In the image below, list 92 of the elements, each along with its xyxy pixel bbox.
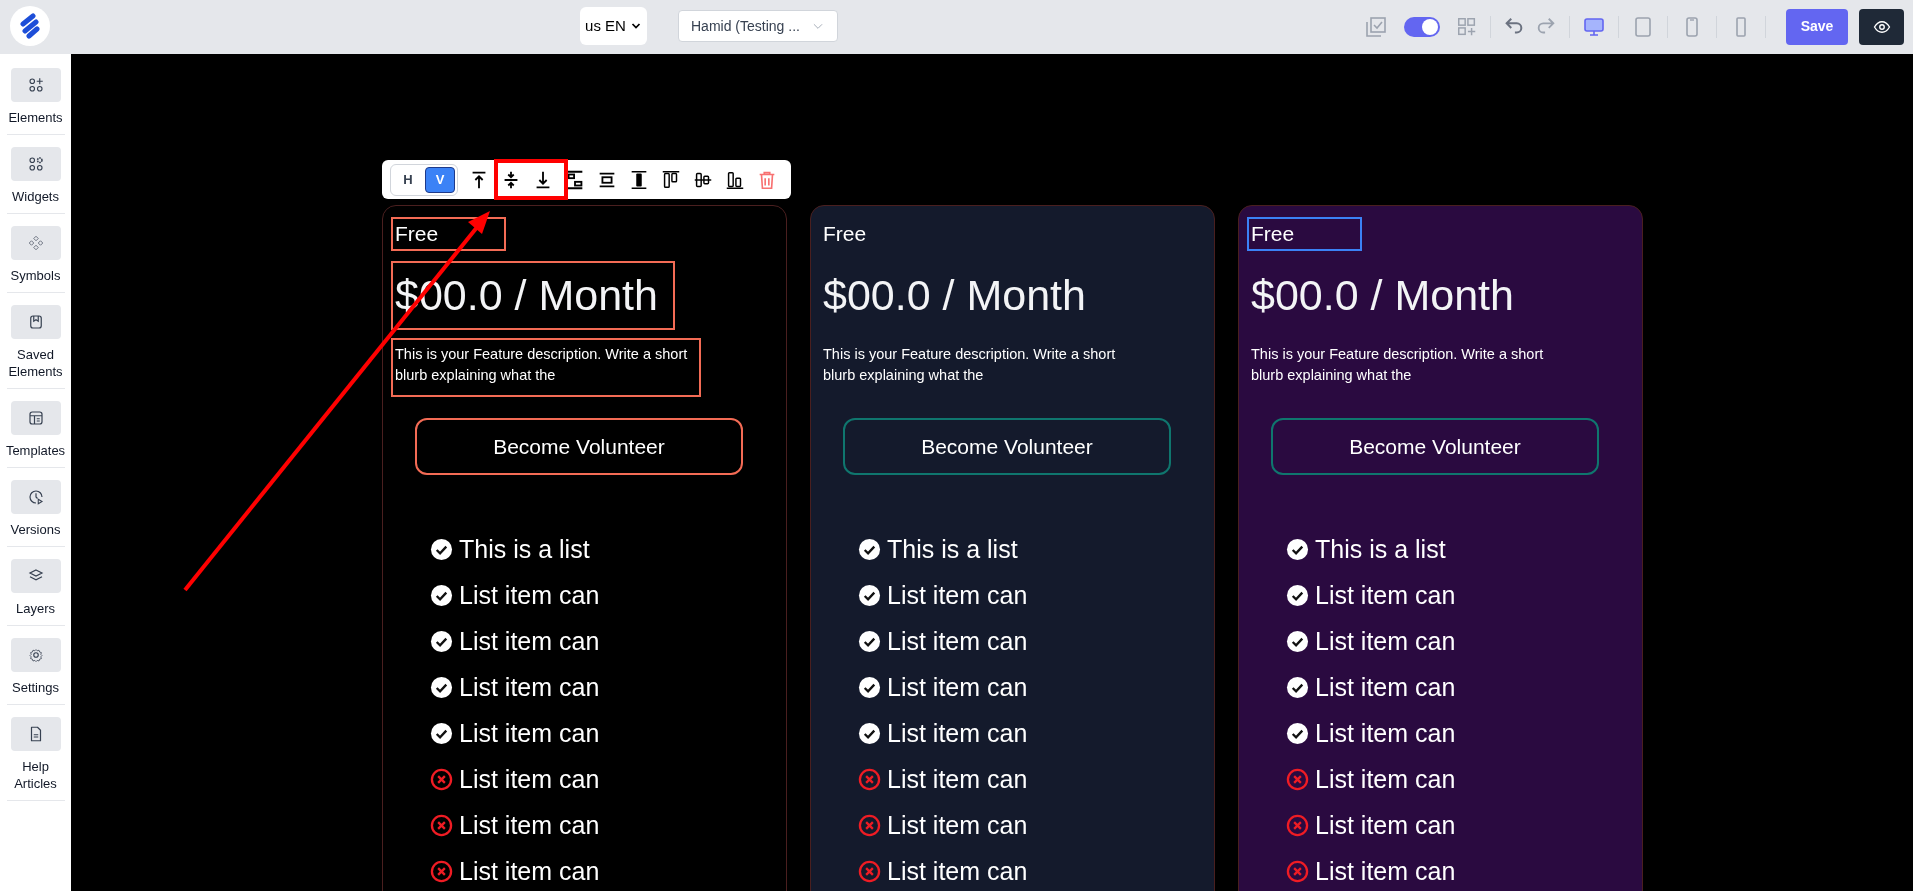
plan-price: $00.0 / Month	[822, 270, 1087, 322]
list-item-text: List item can	[1315, 765, 1456, 794]
list-item-text: List item can	[459, 673, 600, 702]
save-button[interactable]: Save	[1786, 8, 1848, 45]
list-item-text: List item can	[1315, 719, 1456, 748]
checklist-icon[interactable]	[1364, 14, 1388, 39]
check-circle-icon	[1286, 630, 1309, 653]
sidebar-label[interactable]: Saved Elements	[2, 346, 69, 380]
project-select[interactable]: Hamid (Testing ...	[678, 10, 838, 42]
plan-description: This is your Feature description. Write a short blurb explaining what the	[1250, 345, 1545, 385]
check-circle-icon	[858, 584, 881, 607]
list-item-text: List item can	[887, 765, 1028, 794]
toggle-switch[interactable]	[1404, 16, 1440, 37]
x-circle-icon	[858, 768, 881, 791]
list-item-text: List item can	[459, 765, 600, 794]
cta-button[interactable]: Become Volunteer	[1271, 418, 1599, 475]
check-circle-icon	[1286, 722, 1309, 745]
app-logo[interactable]	[10, 6, 50, 46]
list-item-text: List item can	[459, 811, 600, 840]
list-item-text: List item can	[887, 673, 1028, 702]
check-circle-icon	[430, 630, 453, 653]
sidebar-button[interactable]	[10, 305, 61, 339]
x-circle-icon	[858, 814, 881, 837]
sidebar-label[interactable]: Symbols	[2, 267, 69, 284]
sidebar-button[interactable]	[10, 226, 61, 260]
x-circle-icon	[1286, 814, 1309, 837]
elements-icon	[26, 76, 45, 94]
sidebar-button[interactable]	[10, 717, 61, 751]
sidebar-button[interactable]	[10, 480, 61, 514]
list-item-text: List item can	[1315, 811, 1456, 840]
list-item-text: List item can	[459, 857, 600, 886]
plan-description: This is your Feature description. Write a short blurb explaining what the	[822, 345, 1117, 385]
list-item-text: List item can	[887, 719, 1028, 748]
list-item-text: This is a list	[1315, 535, 1446, 564]
cta-button[interactable]: Become Volunteer	[415, 418, 743, 475]
check-circle-icon	[858, 538, 881, 561]
check-circle-icon	[1286, 676, 1309, 699]
list-item-text: List item can	[887, 811, 1028, 840]
list-item-text: This is a list	[459, 535, 590, 564]
sidebar-label[interactable]: Versions	[2, 521, 69, 538]
sidebar-label[interactable]: Layers	[2, 600, 69, 617]
sidebar-button[interactable]	[10, 559, 61, 593]
list-item-text: List item can	[459, 719, 600, 748]
settings-icon	[26, 646, 45, 664]
check-circle-icon	[858, 722, 881, 745]
check-circle-icon	[1286, 584, 1309, 607]
sidebar-button[interactable]	[10, 401, 61, 435]
list-item-text: List item can	[1315, 673, 1456, 702]
list-item-text: List item can	[887, 627, 1028, 656]
plan-price: $00.0 / Month	[1250, 270, 1515, 322]
x-circle-icon	[1286, 860, 1309, 883]
check-circle-icon	[858, 630, 881, 653]
sidebar-label[interactable]: Settings	[2, 679, 69, 696]
x-circle-icon	[430, 814, 453, 837]
x-circle-icon	[430, 768, 453, 791]
cta-button[interactable]: Become Volunteer	[843, 418, 1171, 475]
list-item-text: List item can	[887, 857, 1028, 886]
list-item-text: This is a list	[887, 535, 1018, 564]
clock-play-icon	[26, 488, 45, 506]
sidebar-button[interactable]	[10, 68, 61, 102]
sidebar-label[interactable]: Help Articles	[2, 758, 69, 792]
plan-title: Free	[391, 217, 506, 251]
orientation-tab[interactable]: V	[425, 166, 455, 193]
plan-description: This is your Feature description. Write a short blurb explaining what the	[391, 338, 701, 397]
template-icon	[26, 409, 45, 427]
plan-title: Free	[822, 221, 868, 248]
list-item-text: List item can	[459, 627, 600, 656]
x-circle-icon	[430, 860, 453, 883]
check-circle-icon	[430, 722, 453, 745]
preview-button[interactable]	[1859, 8, 1904, 45]
list-item-text: List item can	[1315, 857, 1456, 886]
list-item-text: List item can	[887, 581, 1028, 610]
sidebar-button[interactable]	[10, 147, 61, 181]
list-item-text: List item can	[459, 581, 600, 610]
x-circle-icon	[1286, 768, 1309, 791]
sidebar-label[interactable]: Widgets	[2, 188, 69, 205]
check-circle-icon	[1286, 538, 1309, 561]
sidebar-label[interactable]: Elements	[2, 109, 69, 126]
align-items-top-icon[interactable]	[660, 168, 682, 191]
sidebar-label[interactable]: Templates	[2, 442, 69, 459]
language-select[interactable]: us EN	[580, 7, 647, 45]
plan-title: Free	[1247, 217, 1362, 251]
x-circle-icon	[858, 860, 881, 883]
diamonds-icon	[26, 234, 45, 252]
list-item-text: List item can	[1315, 581, 1456, 610]
sidebar-button[interactable]	[10, 638, 61, 672]
check-circle-icon	[430, 584, 453, 607]
check-circle-icon	[430, 538, 453, 561]
list-item-text: List item can	[1315, 627, 1456, 656]
check-circle-icon	[430, 676, 453, 699]
check-circle-icon	[858, 676, 881, 699]
widgets-icon	[26, 155, 45, 173]
